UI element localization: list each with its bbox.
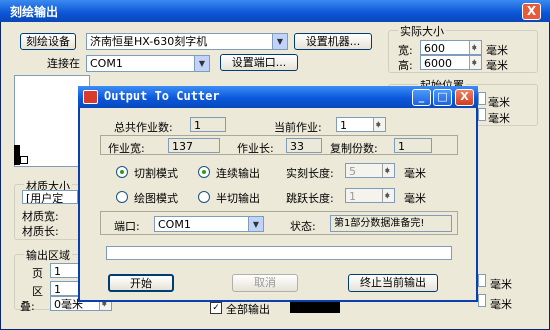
current-job-value: 1 (340, 119, 347, 132)
device-select-value: 济南恒星HX-630刻字机 (90, 35, 208, 48)
setup-machine-button[interactable]: 设置机器... (294, 33, 372, 50)
height-value: 6000 (424, 57, 452, 70)
connect-select[interactable]: COM1 ▼ (86, 55, 210, 72)
actual-cut-length-value: 5 (349, 165, 356, 178)
mode-cut-label: 切割模式 (134, 167, 178, 180)
mode-continuous-radio[interactable] (198, 166, 210, 178)
all-output-checkbox[interactable]: ✓ (210, 302, 222, 314)
stop-current-output-button[interactable]: 终止当前输出 (348, 274, 438, 292)
right-spinner-2[interactable] (478, 294, 486, 307)
start-y-spinner[interactable] (478, 108, 486, 121)
chevron-down-icon[interactable]: ▼ (194, 56, 209, 71)
chevron-down-icon[interactable]: ▼ (248, 217, 263, 231)
connect-label: 连接在 (47, 57, 80, 70)
right-unit-1: 毫米 (490, 278, 512, 291)
current-job-label: 当前作业: (274, 121, 322, 134)
job-width-value: 137 (168, 138, 220, 153)
actual-size-title: 实际大小 (398, 23, 446, 39)
right-spinner-1[interactable] (478, 274, 486, 287)
mode-plot-label: 绘图模式 (134, 192, 178, 205)
status-value: 第1部分数据准备完! (330, 215, 452, 232)
setup-port-button[interactable]: 设置端口... (220, 54, 298, 71)
output-area-title: 输出区域 (24, 247, 72, 263)
preview-handle[interactable] (20, 156, 28, 164)
cancel-button[interactable]: 取消 (232, 274, 298, 292)
copies-value: 1 (394, 138, 432, 153)
total-jobs-label: 总共作业数: (114, 121, 173, 134)
page-input[interactable]: 1 (50, 263, 80, 278)
app-icon (83, 90, 98, 104)
close-button[interactable]: X (455, 89, 474, 106)
jump-length-spinner[interactable] (382, 189, 394, 202)
jump-length-input[interactable]: 1 (345, 188, 395, 203)
minimize-button[interactable]: _ (412, 89, 431, 106)
overlap-label: 叠: (20, 300, 35, 313)
job-width-label: 作业宽: (108, 142, 145, 155)
width-unit: 毫米 (486, 44, 508, 57)
current-job-spinner[interactable] (373, 118, 385, 131)
width-spinner[interactable] (469, 41, 481, 54)
mode-cut-radio[interactable] (116, 166, 128, 178)
output-dialog-title: Output To Cutter (104, 89, 220, 103)
height-label: 高: (398, 59, 413, 72)
maximize-button[interactable]: □ (433, 89, 452, 106)
actual-cut-length-unit: 毫米 (404, 167, 426, 180)
actual-cut-length-spinner[interactable] (382, 164, 394, 177)
mode-plot-radio[interactable] (116, 191, 128, 203)
background-window-title: 刻绘输出 (10, 5, 59, 19)
actual-cut-length-input[interactable]: 5 (345, 163, 395, 178)
background-titlebar (0, 0, 550, 22)
chevron-down-icon[interactable]: ▼ (272, 34, 287, 49)
job-length-label: 作业长: (237, 142, 274, 155)
mode-half-cut-radio[interactable] (198, 191, 210, 203)
height-input[interactable]: 6000 (420, 55, 482, 70)
total-jobs-value: 1 (190, 117, 226, 132)
jump-length-unit: 毫米 (404, 192, 426, 205)
device-select[interactable]: 济南恒星HX-630刻字机 ▼ (86, 33, 288, 50)
area-input[interactable]: 1 (50, 281, 80, 296)
height-unit: 毫米 (486, 59, 508, 72)
start-y-unit: 毫米 (488, 112, 510, 125)
width-value: 600 (424, 42, 445, 55)
jump-length-label: 跳跃长度: (286, 192, 334, 205)
area-label: 区 (32, 285, 43, 298)
start-x-unit: 毫米 (488, 96, 510, 109)
page-label: 页 (32, 267, 43, 280)
device-button[interactable]: 刻绘设备 (20, 33, 76, 50)
width-input[interactable]: 600 (420, 40, 482, 55)
material-select[interactable]: [用户定 (22, 190, 78, 204)
copies-label: 复制份数: (330, 142, 378, 155)
status-label: 状态: (290, 220, 316, 233)
all-output-label: 全部输出 (226, 303, 270, 316)
mode-continuous-label: 连续输出 (216, 167, 260, 180)
progress-bar (106, 246, 452, 260)
mode-half-cut-label: 半切输出 (216, 192, 260, 205)
port-label: 端口: (114, 220, 140, 233)
actual-cut-length-label: 实刻长度: (286, 167, 334, 180)
start-button[interactable]: 开始 (108, 274, 174, 292)
height-spinner[interactable] (469, 56, 481, 69)
port-select[interactable]: COM1 ▼ (154, 216, 264, 232)
width-label: 宽: (398, 44, 413, 57)
job-length-value: 33 (286, 138, 322, 153)
jump-length-value: 1 (349, 190, 356, 203)
background-close-button[interactable]: X (522, 3, 541, 20)
start-x-spinner[interactable] (478, 92, 486, 105)
material-length-label: 材质长: (22, 225, 59, 238)
material-width-label: 材质宽: (22, 210, 59, 223)
right-unit-2: 毫米 (490, 298, 512, 311)
current-job-input[interactable]: 1 (336, 117, 386, 132)
color-swatch[interactable] (290, 301, 340, 313)
connect-select-value: COM1 (90, 57, 123, 70)
port-select-value: COM1 (158, 218, 191, 231)
